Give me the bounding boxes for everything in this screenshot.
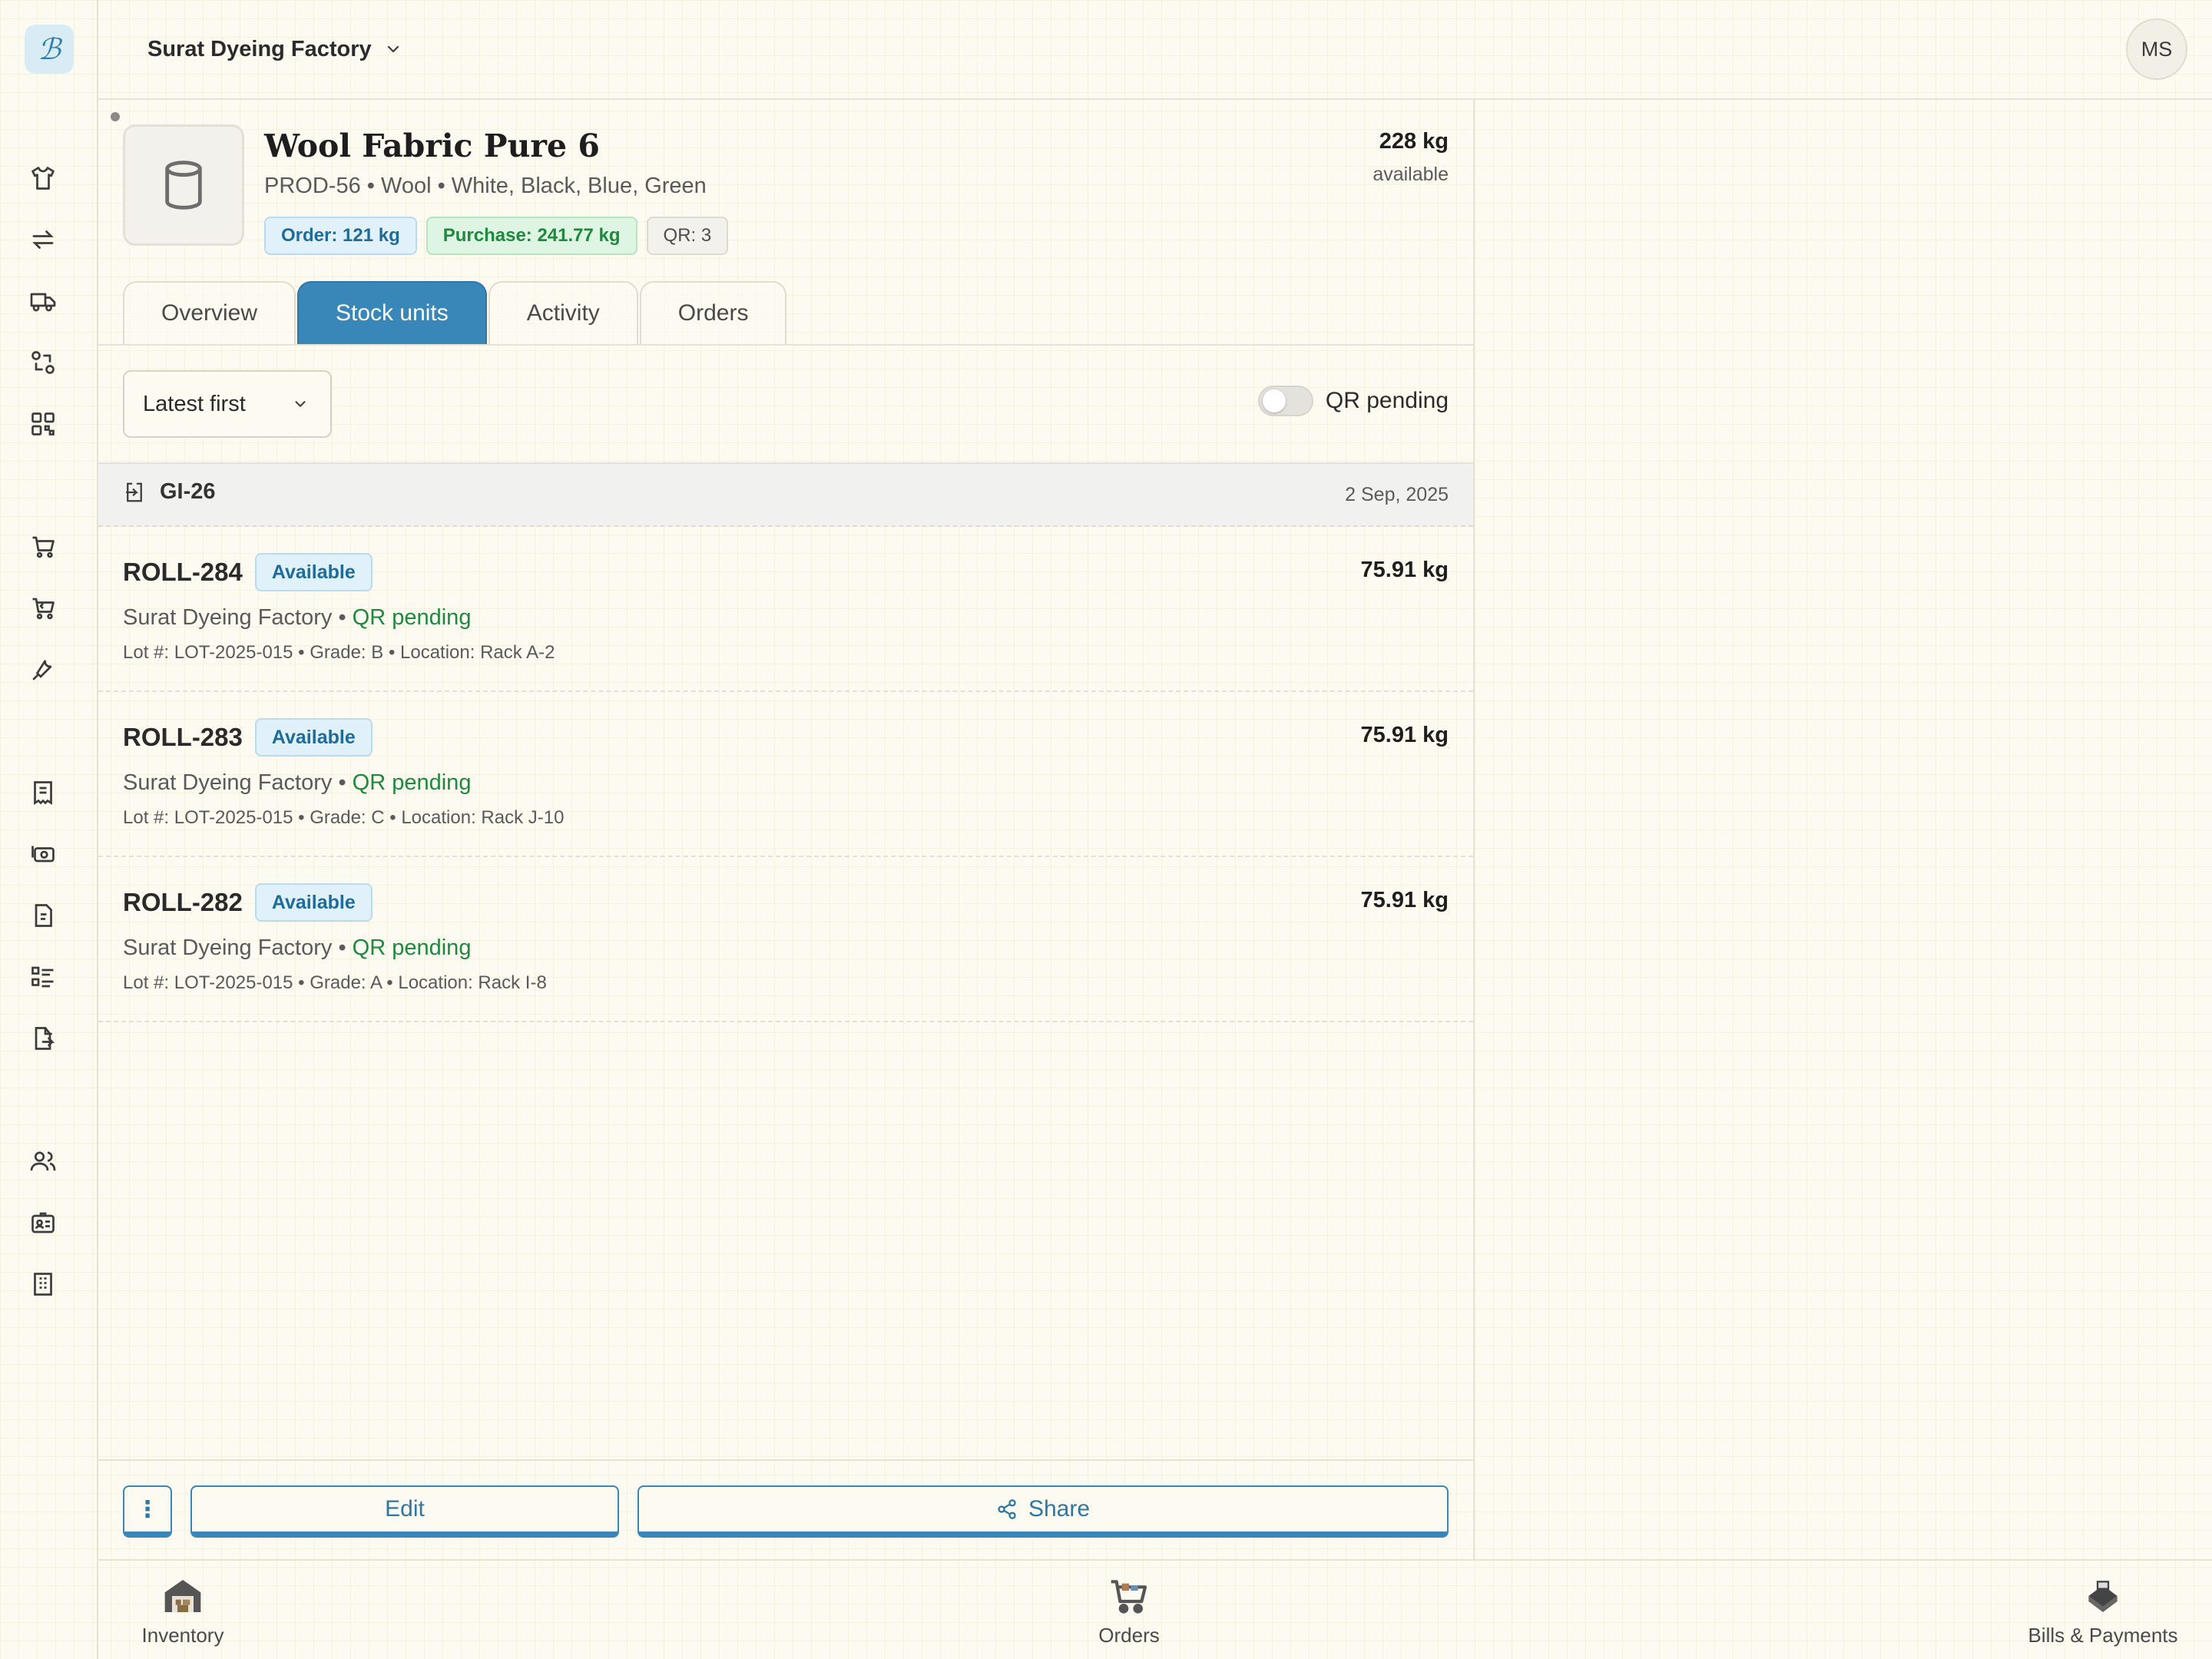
meta-separator: •: [332, 935, 353, 960]
unit-weight: 75.91 kg: [1360, 888, 1449, 912]
nav-bills-label: Bills & Payments: [2028, 1624, 2178, 1647]
bottom-navigation: Inventory Orders Bills & Payments: [98, 1559, 2212, 1659]
tab-activity[interactable]: Activity: [488, 281, 638, 344]
unit-meta: Surat Dyeing Factory • QR pending: [123, 935, 471, 961]
receipt-icon[interactable]: [29, 779, 57, 806]
warehouse-icon: [161, 1575, 204, 1618]
group-id: GI-26: [160, 479, 216, 504]
nav-bills-payments[interactable]: Bills & Payments: [2018, 1575, 2187, 1647]
users-icon[interactable]: [29, 1147, 57, 1175]
available-quantity: 228 kg available: [1373, 129, 1449, 186]
invoice-icon[interactable]: [29, 902, 57, 929]
unit-weight: 75.91 kg: [1360, 558, 1449, 582]
available-qty-value: 228 kg: [1379, 129, 1449, 154]
product-subtitle: PROD-56 • Wool • White, Black, Blue, Gre…: [264, 174, 707, 198]
available-qty-label: available: [1373, 164, 1449, 185]
tab-bar: Overview Stock units Activity Orders: [123, 281, 787, 344]
qr-pending-label: QR pending: [1325, 388, 1449, 413]
cylinder-icon: [159, 158, 208, 212]
top-header: Surat Dyeing Factory MS: [98, 0, 2212, 100]
unit-name: ROLL-283: [123, 723, 243, 751]
qr-code-icon[interactable]: [29, 410, 57, 438]
tab-orders[interactable]: Orders: [639, 281, 787, 344]
product-thumbnail: [123, 124, 244, 246]
status-badge: Available: [254, 553, 373, 591]
meta-separator: •: [332, 605, 353, 630]
nav-inventory[interactable]: Inventory: [123, 1575, 243, 1647]
id-card-icon[interactable]: [29, 1209, 57, 1237]
unit-weight: 75.91 kg: [1360, 723, 1449, 747]
chevron-down-icon: [384, 40, 402, 58]
user-avatar[interactable]: MS: [2126, 18, 2187, 80]
goods-inward-group-header[interactable]: GI-26 2 Sep, 2025: [98, 462, 1473, 527]
sidebar: ℬ: [0, 0, 98, 1659]
status-badge: Available: [254, 718, 373, 757]
nav-orders-label: Orders: [1098, 1624, 1160, 1647]
unit-factory: Surat Dyeing Factory: [123, 935, 333, 960]
status-badge: Available: [254, 883, 373, 922]
unit-factory: Surat Dyeing Factory: [123, 605, 333, 630]
tab-divider: [98, 344, 1473, 346]
more-options-button[interactable]: ⋮: [123, 1485, 172, 1538]
unit-name: ROLL-282: [123, 888, 243, 916]
cash-icon[interactable]: [29, 840, 57, 868]
nav-inventory-label: Inventory: [141, 1624, 224, 1647]
qr-pending-filter: QR pending: [1257, 386, 1449, 416]
sort-value: Latest first: [143, 391, 246, 416]
qr-status: QR pending: [352, 770, 472, 795]
stock-unit-row[interactable]: ROLL-284 Available Surat Dyeing Factory …: [98, 527, 1473, 692]
unit-meta: Surat Dyeing Factory • QR pending: [123, 605, 471, 631]
app-logo[interactable]: ℬ: [25, 25, 74, 74]
unit-meta: Surat Dyeing Factory • QR pending: [123, 770, 471, 796]
unit-factory: Surat Dyeing Factory: [123, 770, 333, 795]
checklist-icon[interactable]: [29, 963, 57, 991]
unit-lot-details: Lot #: LOT-2025-015 • Grade: B • Locatio…: [123, 642, 555, 663]
sort-select[interactable]: Latest first: [123, 370, 332, 438]
unit-lot-details: Lot #: LOT-2025-015 • Grade: A • Locatio…: [123, 972, 547, 993]
qr-status: QR pending: [352, 605, 472, 630]
action-bar: ⋮ Edit Share: [98, 1459, 1473, 1559]
transfer-icon[interactable]: [29, 226, 57, 253]
product-title: Wool Fabric Pure 6: [264, 127, 600, 164]
cart-icon[interactable]: [29, 533, 57, 561]
share-button[interactable]: Share: [637, 1485, 1449, 1538]
order-badge: Order: 121 kg: [264, 217, 417, 255]
inward-icon: [123, 481, 146, 504]
share-icon: [996, 1498, 1018, 1520]
exchange-icon[interactable]: [29, 349, 57, 376]
nav-orders[interactable]: Orders: [1069, 1575, 1189, 1647]
cash-register-icon: [2081, 1575, 2124, 1618]
stock-unit-row[interactable]: ROLL-282 Available Surat Dyeing Factory …: [98, 857, 1473, 1022]
tab-stock-units[interactable]: Stock units: [297, 281, 487, 344]
company-selector[interactable]: Surat Dyeing Factory: [147, 31, 402, 68]
building-icon[interactable]: [29, 1270, 57, 1298]
document-export-icon[interactable]: [29, 1025, 57, 1052]
tab-overview[interactable]: Overview: [123, 281, 296, 344]
status-dot: [111, 112, 120, 121]
shopping-cart-icon: [1108, 1575, 1151, 1618]
tools-icon[interactable]: [29, 656, 57, 684]
shirt-icon[interactable]: [29, 164, 57, 192]
group-date: 2 Sep, 2025: [1345, 484, 1449, 505]
company-name: Surat Dyeing Factory: [147, 36, 372, 61]
truck-icon[interactable]: [29, 287, 57, 315]
cart-return-icon[interactable]: [29, 594, 57, 622]
chevron-down-icon: [292, 396, 309, 412]
edit-label: Edit: [385, 1496, 425, 1522]
product-badges: Order: 121 kg Purchase: 241.77 kg QR: 3: [264, 217, 729, 255]
edit-button[interactable]: Edit: [190, 1485, 619, 1538]
purchase-badge: Purchase: 241.77 kg: [426, 217, 637, 255]
qr-status: QR pending: [352, 935, 472, 960]
unit-lot-details: Lot #: LOT-2025-015 • Grade: C • Locatio…: [123, 807, 565, 828]
product-detail-panel: Wool Fabric Pure 6 PROD-56 • Wool • Whit…: [98, 100, 1475, 1559]
share-label: Share: [1028, 1496, 1091, 1522]
meta-separator: •: [332, 770, 353, 795]
stock-unit-row[interactable]: ROLL-283 Available Surat Dyeing Factory …: [98, 692, 1473, 857]
qr-pending-toggle[interactable]: [1257, 386, 1313, 416]
unit-name: ROLL-284: [123, 558, 243, 586]
qr-count-badge: QR: 3: [646, 217, 729, 255]
